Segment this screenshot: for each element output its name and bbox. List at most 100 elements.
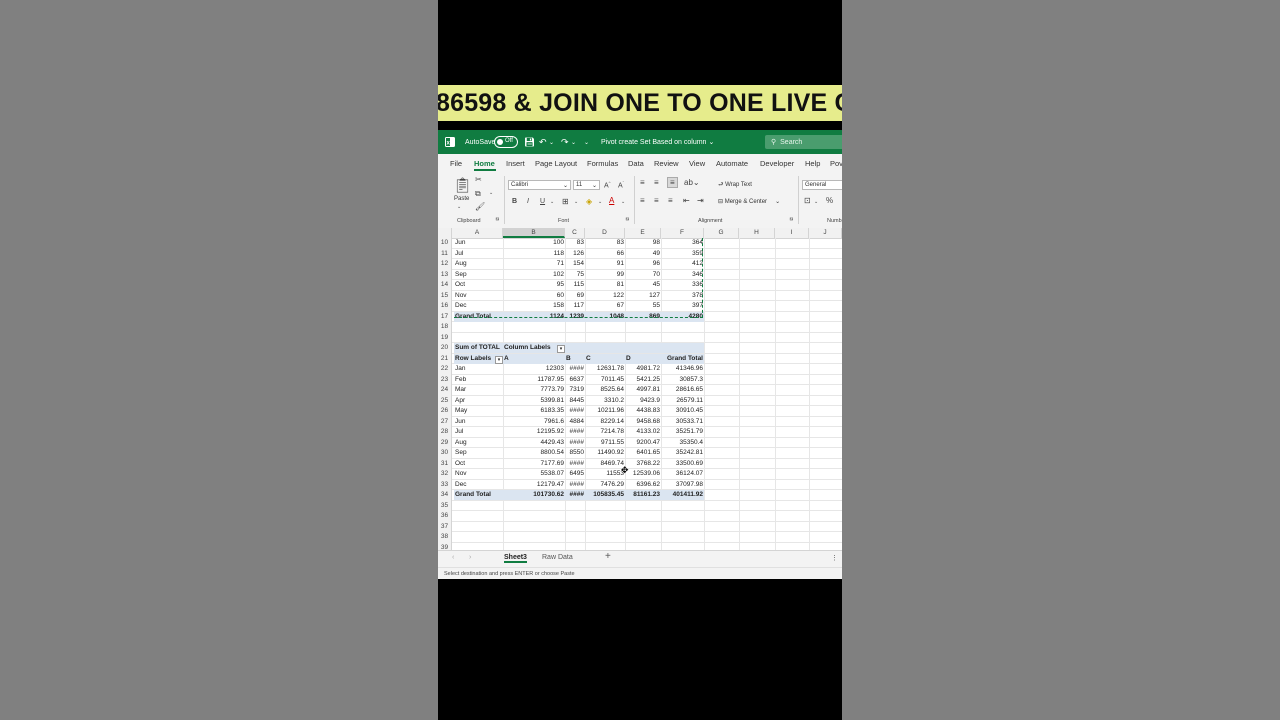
table-cell[interactable]: 6637: [565, 375, 585, 385]
table-cell[interactable]: 6183.35: [503, 406, 565, 416]
orientation-icon[interactable]: ab⌄: [684, 178, 700, 187]
font-launcher-icon[interactable]: ⧅: [626, 216, 629, 222]
increase-indent-icon[interactable]: ⇥: [697, 196, 704, 205]
underline-dropdown-icon[interactable]: ⌄: [550, 199, 554, 205]
column-header-f[interactable]: F: [661, 228, 704, 238]
table-cell[interactable]: Sum of TOTAL: [454, 343, 503, 353]
table-cell[interactable]: [585, 522, 625, 532]
row-header[interactable]: 38: [438, 532, 452, 543]
fill-color-icon[interactable]: ◈: [586, 197, 592, 206]
alignment-launcher-icon[interactable]: ⧅: [790, 216, 793, 222]
table-cell[interactable]: [661, 543, 704, 551]
filter-dropdown-icon[interactable]: ▾: [557, 345, 565, 353]
row-header[interactable]: 37: [438, 521, 452, 532]
undo-icon[interactable]: ↶: [539, 130, 547, 154]
table-cell[interactable]: 11553: [585, 469, 625, 479]
table-cell[interactable]: 35242.81: [661, 448, 704, 458]
add-sheet-button[interactable]: +: [605, 551, 611, 562]
table-cell[interactable]: Nov: [454, 469, 503, 479]
table-cell[interactable]: [454, 511, 503, 521]
cut-icon[interactable]: ✂: [475, 175, 482, 184]
table-cell[interactable]: 3310.2: [585, 396, 625, 406]
undo-dropdown-icon[interactable]: ⌄: [549, 130, 554, 154]
table-cell[interactable]: 9423.9: [625, 396, 661, 406]
table-cell[interactable]: [585, 501, 625, 511]
table-cell[interactable]: [454, 543, 503, 551]
table-cell[interactable]: 5538.07: [503, 469, 565, 479]
column-header-d[interactable]: D: [585, 228, 625, 238]
table-cell[interactable]: [661, 522, 704, 532]
table-cell[interactable]: [661, 501, 704, 511]
table-cell[interactable]: 12303: [503, 364, 565, 374]
table-cell[interactable]: Sep: [454, 448, 503, 458]
column-header-i[interactable]: I: [775, 228, 809, 238]
table-cell[interactable]: 11490.92: [585, 448, 625, 458]
paste-dropdown-icon[interactable]: ⌄: [457, 204, 461, 210]
table-cell[interactable]: 36124.07: [661, 469, 704, 479]
table-cell[interactable]: 41346.96: [661, 364, 704, 374]
align-center-icon[interactable]: ≡: [654, 196, 659, 205]
table-cell[interactable]: 4429.43: [503, 438, 565, 448]
table-cell[interactable]: 12539.06: [625, 469, 661, 479]
table-cell[interactable]: [454, 333, 503, 343]
table-cell[interactable]: Column Labels: [503, 343, 565, 353]
column-header-a[interactable]: A: [452, 228, 503, 238]
tab-automate[interactable]: Automate: [716, 159, 748, 168]
row-header[interactable]: 10: [438, 238, 452, 249]
table-cell[interactable]: 4133.02: [625, 427, 661, 437]
column-header-b[interactable]: B: [503, 228, 565, 238]
table-cell[interactable]: 101730.62: [503, 490, 565, 500]
table-cell[interactable]: 81161.23: [625, 490, 661, 500]
column-header-c[interactable]: C: [565, 228, 585, 238]
table-cell[interactable]: ####: [565, 406, 585, 416]
bold-button[interactable]: B: [512, 198, 517, 205]
table-cell[interactable]: [454, 501, 503, 511]
table-cell[interactable]: [585, 322, 625, 332]
table-cell[interactable]: Dec: [454, 480, 503, 490]
table-cell[interactable]: [565, 522, 585, 532]
align-top-icon[interactable]: ≡: [640, 178, 645, 187]
table-cell[interactable]: Grand Total: [661, 353, 704, 364]
table-cell[interactable]: 7773.79: [503, 385, 565, 395]
borders-icon[interactable]: ⊞: [562, 197, 569, 206]
table-cell[interactable]: 6401.65: [625, 448, 661, 458]
table-cell[interactable]: [625, 333, 661, 343]
table-cell[interactable]: 8525.64: [585, 385, 625, 395]
table-cell[interactable]: 401411.92: [661, 490, 704, 500]
row-header[interactable]: 32: [438, 469, 452, 480]
table-cell[interactable]: 12179.47: [503, 480, 565, 490]
scroll-right-icon[interactable]: ›: [469, 554, 471, 561]
table-cell[interactable]: B: [565, 353, 585, 364]
row-header[interactable]: 18: [438, 322, 452, 333]
tab-page-layout[interactable]: Page Layout: [535, 159, 577, 168]
table-cell[interactable]: 8550: [565, 448, 585, 458]
paste-label[interactable]: Paste: [454, 196, 469, 202]
table-cell[interactable]: Jun: [454, 417, 503, 427]
row-header[interactable]: 26: [438, 406, 452, 417]
table-cell[interactable]: [454, 532, 503, 542]
percent-button[interactable]: %: [826, 196, 833, 205]
table-cell[interactable]: 3768.22: [625, 459, 661, 469]
table-cell[interactable]: 9458.68: [625, 417, 661, 427]
table-cell[interactable]: Jan: [454, 364, 503, 374]
tab-help[interactable]: Help: [805, 159, 820, 168]
customize-qat-icon[interactable]: ⌄: [584, 130, 589, 154]
row-header[interactable]: 16: [438, 301, 452, 312]
table-cell[interactable]: [625, 522, 661, 532]
row-header[interactable]: 28: [438, 427, 452, 438]
table-cell[interactable]: May: [454, 406, 503, 416]
number-format-box[interactable]: General: [802, 180, 842, 190]
table-cell[interactable]: [585, 543, 625, 551]
table-cell[interactable]: Feb: [454, 375, 503, 385]
table-cell[interactable]: [565, 322, 585, 332]
table-cell[interactable]: Apr: [454, 396, 503, 406]
table-cell[interactable]: [625, 532, 661, 542]
copy-icon[interactable]: ⧉: [475, 189, 481, 199]
table-cell[interactable]: 6495: [565, 469, 585, 479]
table-cell[interactable]: 4981.72: [625, 364, 661, 374]
row-header[interactable]: 24: [438, 385, 452, 396]
table-cell[interactable]: [503, 511, 565, 521]
accounting-format-icon[interactable]: ⊡: [804, 196, 811, 205]
row-header[interactable]: 13: [438, 269, 452, 280]
tab-insert[interactable]: Insert: [506, 159, 525, 168]
